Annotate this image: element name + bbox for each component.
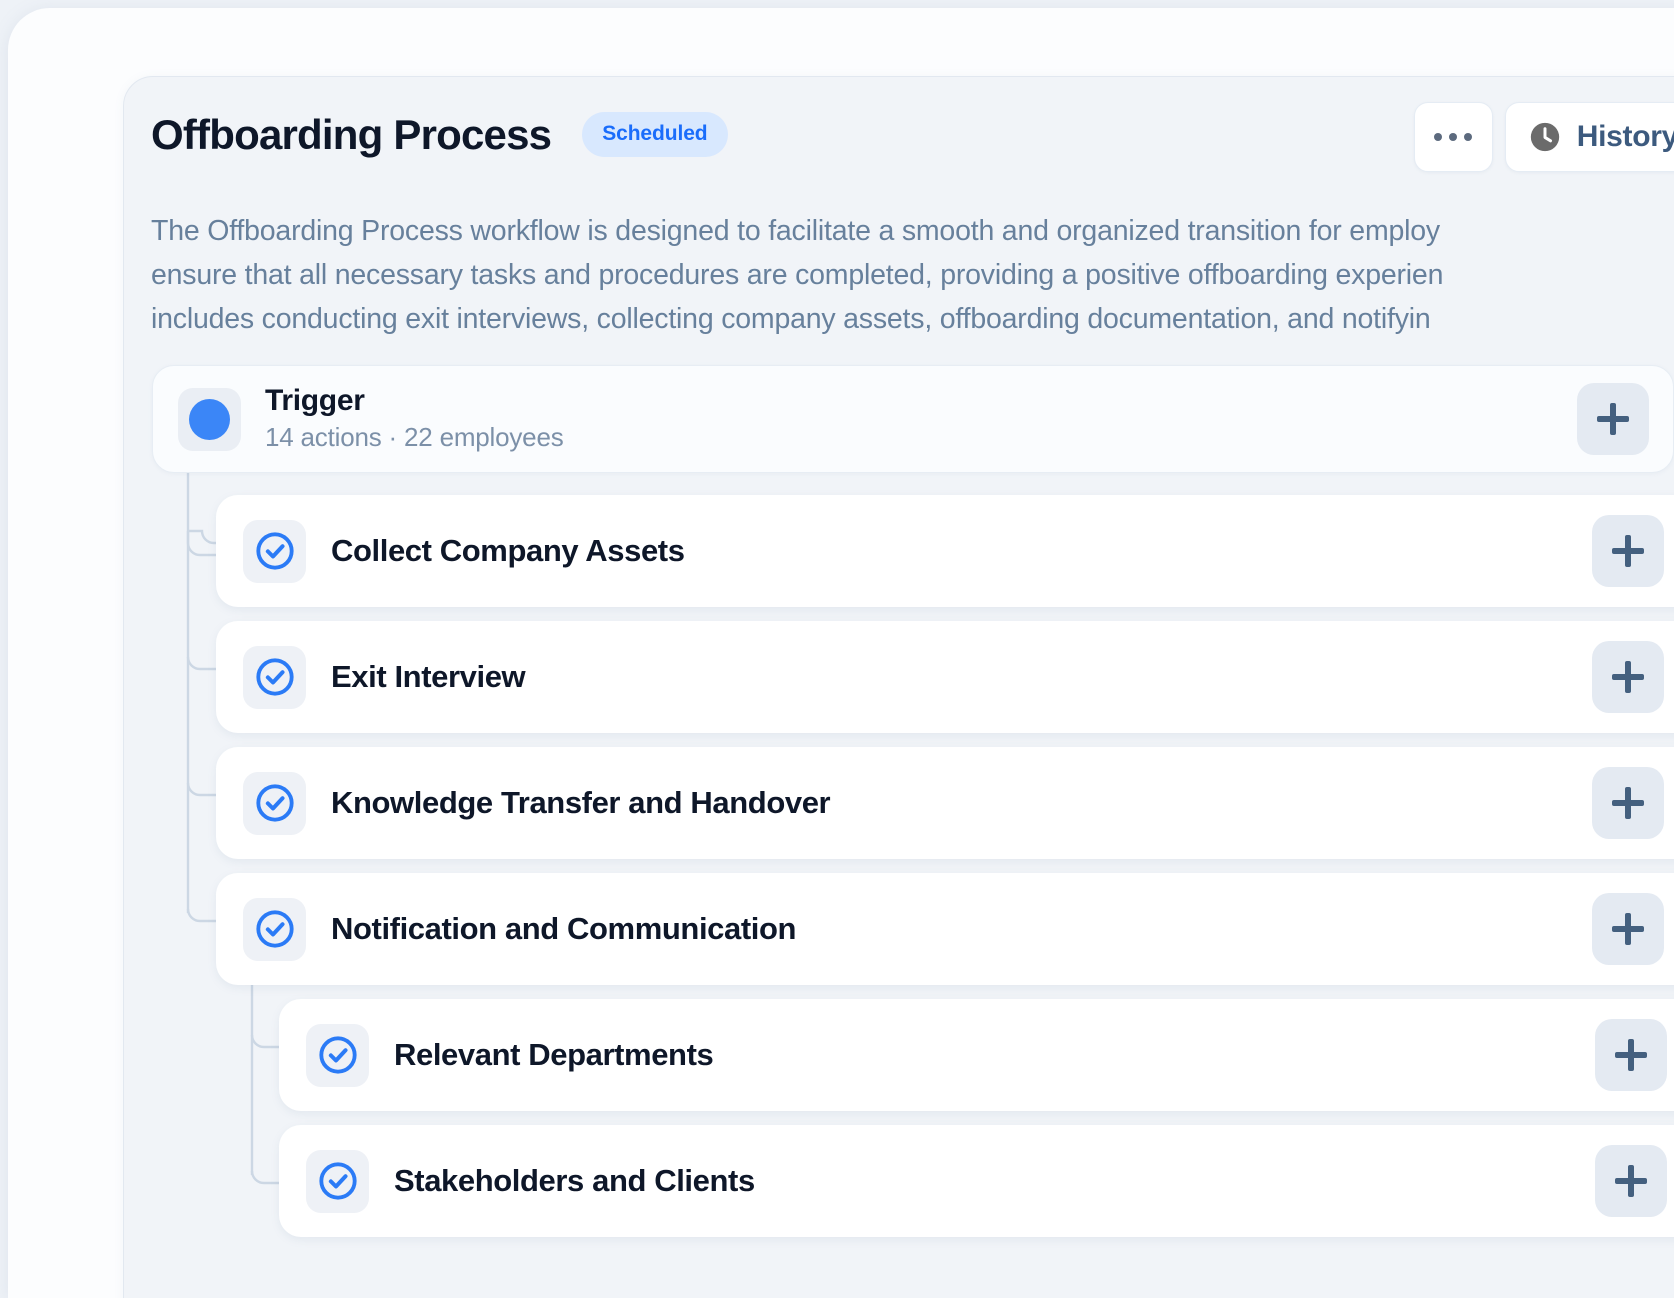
check-circle-icon (243, 771, 306, 835)
plus-icon (1615, 1039, 1647, 1071)
plus-icon (1597, 403, 1629, 435)
workflow-description: The Offboarding Process workflow is desi… (151, 215, 1444, 335)
add-step-button[interactable] (1595, 1145, 1667, 1217)
step-label: Relevant Departments (394, 1037, 714, 1072)
step-label: Knowledge Transfer and Handover (331, 785, 831, 820)
plus-icon (1612, 661, 1644, 693)
plus-icon (1612, 913, 1644, 945)
step-card[interactable]: Collect Company Assets (216, 495, 1674, 607)
plus-icon (1612, 787, 1644, 819)
check-circle-icon (243, 897, 306, 961)
plus-icon (1612, 535, 1644, 567)
plus-icon (1615, 1165, 1647, 1197)
blue-dot-icon (178, 387, 241, 451)
workflow-detail-panel: Offboarding Process Scheduled History Th… (123, 76, 1674, 1298)
more-options-button[interactable] (1413, 102, 1493, 172)
check-circle-icon (243, 645, 306, 709)
step-card[interactable]: Notification and Communication (216, 873, 1674, 985)
workflow-tree: Trigger 14 actions · 22 employees Collec… (124, 365, 1674, 1298)
check-circle-icon (306, 1149, 369, 1213)
history-button-label: History (1576, 120, 1674, 153)
step-actions (1592, 767, 1674, 839)
step-actions (1592, 641, 1674, 713)
page-title: Offboarding Process (151, 110, 552, 158)
add-step-button[interactable] (1592, 641, 1664, 713)
check-circle-icon (243, 519, 306, 583)
header-actions: History (1413, 102, 1674, 172)
status-badge: Scheduled (582, 112, 728, 157)
add-step-button[interactable] (1592, 515, 1664, 587)
trigger-actions (1577, 383, 1649, 455)
add-step-button[interactable] (1592, 767, 1664, 839)
step-card[interactable]: Knowledge Transfer and Handover (216, 747, 1674, 859)
step-label: Collect Company Assets (331, 533, 685, 568)
app-surface: Offboarding Process Scheduled History Th… (8, 8, 1674, 1298)
step-label: Exit Interview (331, 659, 526, 694)
step-actions (1595, 1145, 1674, 1217)
add-step-button[interactable] (1577, 383, 1649, 455)
history-button[interactable]: History (1504, 102, 1674, 172)
ellipsis-icon (1434, 133, 1473, 141)
step-actions (1592, 515, 1674, 587)
step-actions (1592, 893, 1674, 965)
trigger-text: Trigger 14 actions · 22 employees (265, 384, 564, 454)
trigger-card[interactable]: Trigger 14 actions · 22 employees (152, 365, 1674, 473)
step-actions (1595, 1019, 1674, 1091)
panel-header: Offboarding Process Scheduled History (124, 77, 1674, 197)
step-card[interactable]: Relevant Departments (279, 999, 1674, 1111)
check-circle-icon (306, 1023, 369, 1087)
step-card[interactable]: Exit Interview (216, 621, 1674, 733)
add-step-button[interactable] (1592, 893, 1664, 965)
trigger-title: Trigger (265, 384, 365, 417)
step-card[interactable]: Stakeholders and Clients (279, 1125, 1674, 1237)
add-step-button[interactable] (1595, 1019, 1667, 1091)
step-label: Notification and Communication (331, 911, 797, 946)
step-label: Stakeholders and Clients (394, 1163, 755, 1198)
trigger-subtitle: 14 actions · 22 employees (265, 422, 564, 452)
title-group: Offboarding Process Scheduled (151, 112, 728, 157)
clock-icon (1528, 120, 1562, 154)
